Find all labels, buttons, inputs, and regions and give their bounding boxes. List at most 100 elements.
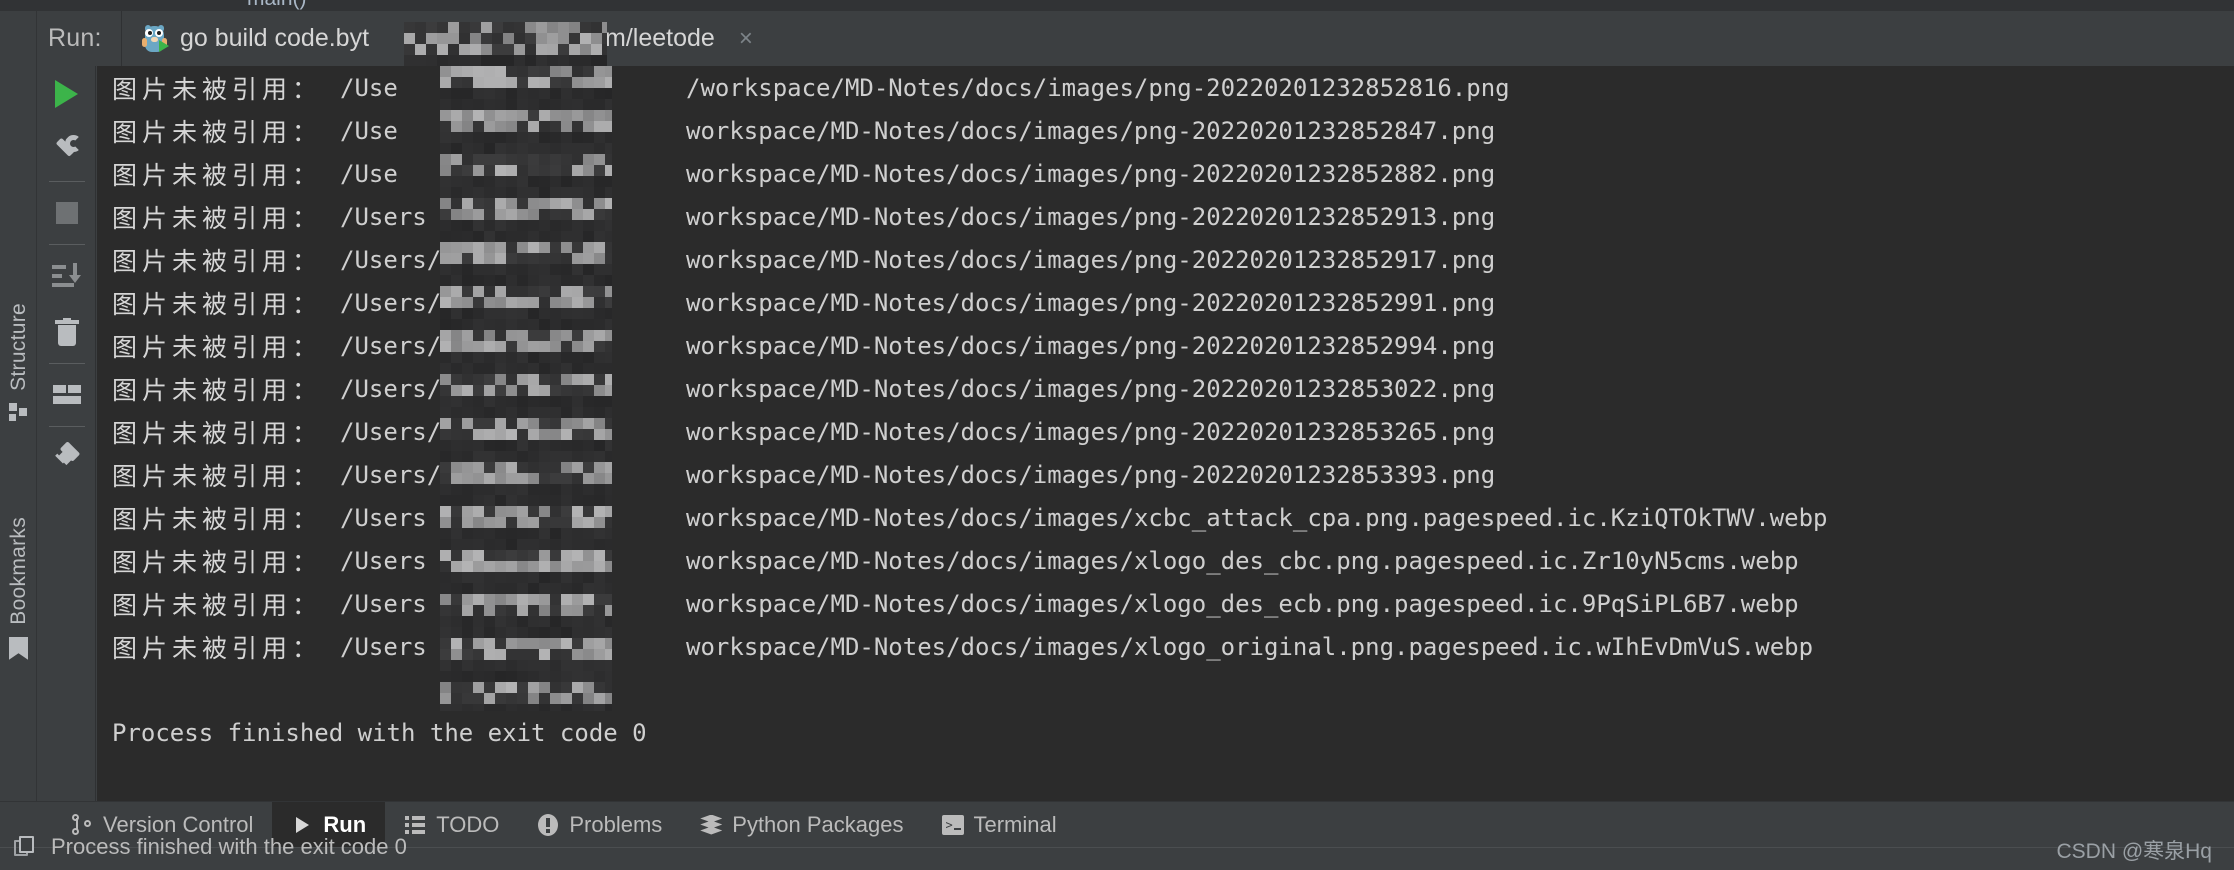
console-line[interactable]: 图片未被引用： /Users/workspace/MD-Notes/docs/im… bbox=[97, 324, 2234, 367]
pin-tab-button[interactable] bbox=[38, 430, 96, 486]
console-line-list: 图片未被引用： /Use/workspace/MD-Notes/docs/imag… bbox=[97, 66, 2234, 668]
console-line[interactable]: 图片未被引用： /Users workspace/MD-Notes/docs/ima… bbox=[97, 582, 2234, 625]
wrench-icon bbox=[52, 135, 82, 165]
console-path-tail: workspace/MD-Notes/docs/images/xlogo_des… bbox=[686, 589, 1799, 618]
console-path-tail: workspace/MD-Notes/docs/images/xlogo_ori… bbox=[686, 632, 1814, 661]
console-path-tail: workspace/MD-Notes/docs/images/png-20220… bbox=[686, 159, 1496, 188]
console-path-tail: workspace/MD-Notes/docs/images/png-20220… bbox=[686, 245, 1496, 274]
console-line[interactable]: 图片未被引用： /Use workspace/MD-Notes/docs/image… bbox=[97, 109, 2234, 152]
terminal-icon: > bbox=[941, 814, 964, 836]
run-console-output[interactable]: 图片未被引用： /Use/workspace/MD-Notes/docs/imag… bbox=[97, 66, 2234, 801]
structure-icon bbox=[9, 402, 28, 422]
edit-configuration-button[interactable] bbox=[38, 122, 96, 178]
toolbar-divider bbox=[48, 426, 85, 427]
stop-square-icon bbox=[55, 202, 78, 224]
stack-layers-icon bbox=[700, 814, 723, 836]
console-path-tail: workspace/MD-Notes/docs/images/png-20220… bbox=[686, 202, 1496, 231]
console-path-tail: workspace/MD-Notes/docs/images/png-20220… bbox=[686, 417, 1496, 446]
console-path-tail: workspace/MD-Notes/docs/images/png-20220… bbox=[686, 116, 1496, 145]
console-path-head: /Users/ bbox=[340, 460, 442, 489]
tab-label: Problems bbox=[569, 811, 663, 837]
editor-breadcrumb-sliver: main() bbox=[0, 0, 2234, 11]
play-icon bbox=[291, 814, 313, 836]
layout-button[interactable] bbox=[38, 367, 96, 423]
toolbar-divider bbox=[48, 244, 85, 245]
console-line-prefix: 图片未被引用： bbox=[112, 161, 323, 190]
console-path-tail: workspace/MD-Notes/docs/images/png-20220… bbox=[686, 374, 1496, 403]
close-icon[interactable]: × bbox=[739, 26, 753, 51]
scroll-to-end-button[interactable] bbox=[38, 248, 96, 304]
sidebar-item-label: Bookmarks bbox=[6, 517, 30, 625]
console-path-head: /Users/ bbox=[340, 245, 442, 274]
console-path-head: /Users/ bbox=[340, 331, 442, 360]
redaction-mosaic-tab bbox=[404, 22, 607, 66]
console-line[interactable]: 图片未被引用： /Users/workspace/MD-Notes/docs/im… bbox=[97, 410, 2234, 453]
console-line[interactable]: 图片未被引用： /Users workspace/MD-Notes/docs/ima… bbox=[97, 539, 2234, 582]
console-line[interactable]: 图片未被引用： /Users workspace/MD-Notes/docs/ima… bbox=[97, 195, 2234, 238]
console-path-tail: workspace/MD-Notes/docs/images/png-20220… bbox=[686, 460, 1496, 489]
console-path-head: /Users bbox=[340, 632, 427, 661]
console-path-head: /Use bbox=[340, 73, 398, 102]
sidebar-item-bookmarks[interactable]: Bookmarks bbox=[0, 517, 37, 660]
status-message: Process finished with the exit code 0 bbox=[51, 834, 407, 859]
tab-label: TODO bbox=[436, 811, 500, 837]
console-line-prefix: 图片未被引用： bbox=[112, 548, 323, 577]
console-line-prefix: 图片未被引用： bbox=[112, 591, 323, 620]
console-path-head: /Users bbox=[340, 546, 427, 575]
console-path-tail: workspace/MD-Notes/docs/images/xlogo_des… bbox=[686, 546, 1799, 575]
run-tool-window-header: Run: go build code.byt m/leetode × bbox=[0, 11, 2234, 77]
run-toolbar bbox=[38, 66, 96, 801]
layout-icon bbox=[52, 385, 81, 405]
console-line-prefix: 图片未被引用： bbox=[112, 376, 323, 405]
console-path-tail: workspace/MD-Notes/docs/images/png-20220… bbox=[686, 288, 1496, 317]
console-path-head: /Use bbox=[340, 159, 398, 188]
console-line[interactable]: 图片未被引用： /Users/workspace/MD-Notes/docs/im… bbox=[97, 281, 2234, 324]
scroll-to-end-icon bbox=[51, 263, 82, 289]
stop-button[interactable] bbox=[38, 185, 96, 241]
console-line-prefix: 图片未被引用： bbox=[112, 462, 323, 491]
console-line[interactable]: 图片未被引用： /Users workspace/MD-Notes/docs/ima… bbox=[97, 496, 2234, 539]
process-finished-text: Process finished with the exit code 0 bbox=[112, 718, 647, 747]
console-line[interactable]: 图片未被引用： /Use workspace/MD-Notes/docs/image… bbox=[97, 152, 2234, 195]
console-line-prefix: 图片未被引用： bbox=[112, 75, 323, 104]
todo-list-icon bbox=[404, 814, 426, 836]
trash-icon bbox=[54, 318, 79, 346]
play-icon bbox=[55, 80, 78, 108]
tab-python-packages[interactable]: Python Packages bbox=[681, 802, 922, 848]
tab-problems[interactable]: Problems bbox=[518, 802, 681, 848]
sidebar-item-structure[interactable]: Structure bbox=[0, 303, 37, 422]
version-control-icon bbox=[71, 813, 93, 836]
tab-label: Terminal bbox=[973, 811, 1057, 837]
console-path-head: /Use bbox=[340, 116, 398, 145]
console-path-tail: workspace/MD-Notes/docs/images/png-20220… bbox=[686, 331, 1496, 360]
clear-all-button[interactable] bbox=[38, 304, 96, 360]
console-path-head: /Users/ bbox=[340, 374, 442, 403]
console-path-tail: workspace/MD-Notes/docs/images/xcbc_atta… bbox=[686, 503, 1828, 532]
console-line[interactable]: 图片未被引用： /Users/workspace/MD-Notes/docs/im… bbox=[97, 453, 2234, 496]
console-line-prefix: 图片未被引用： bbox=[112, 505, 323, 534]
watermark: CSDN @寒泉Hq bbox=[2056, 840, 2212, 863]
rerun-button[interactable] bbox=[38, 66, 96, 122]
console-finished-line: Process finished with the exit code 0 bbox=[97, 711, 2234, 754]
console-line[interactable]: 图片未被引用： /Users/workspace/MD-Notes/docs/im… bbox=[97, 238, 2234, 281]
console-path-tail: /workspace/MD-Notes/docs/images/png-2022… bbox=[686, 73, 1510, 102]
copy-icon[interactable] bbox=[14, 836, 35, 857]
console-line-prefix: 图片未被引用： bbox=[112, 247, 323, 276]
console-line[interactable]: 图片未被引用： /Users/workspace/MD-Notes/docs/im… bbox=[97, 367, 2234, 410]
console-line[interactable]: 图片未被引用： /Users workspace/MD-Notes/docs/ima… bbox=[97, 625, 2234, 668]
bookmark-icon bbox=[9, 636, 28, 660]
console-line-prefix: 图片未被引用： bbox=[112, 634, 323, 663]
tab-terminal[interactable]: > Terminal bbox=[923, 802, 1076, 848]
run-window-label: Run: bbox=[48, 24, 102, 52]
sidebar-item-label: Structure bbox=[6, 303, 30, 391]
tab-label: Python Packages bbox=[732, 811, 904, 837]
pin-icon bbox=[53, 441, 81, 472]
problems-icon bbox=[537, 813, 559, 836]
console-line[interactable]: 图片未被引用： /Use/workspace/MD-Notes/docs/imag… bbox=[97, 66, 2234, 109]
console-path-head: /Users/ bbox=[340, 417, 442, 446]
console-line-prefix: 图片未被引用： bbox=[112, 204, 323, 233]
console-line-prefix: 图片未被引用： bbox=[112, 118, 323, 147]
go-gopher-icon bbox=[142, 24, 169, 53]
left-tool-window-stripe: Structure Bookmarks bbox=[0, 11, 37, 801]
